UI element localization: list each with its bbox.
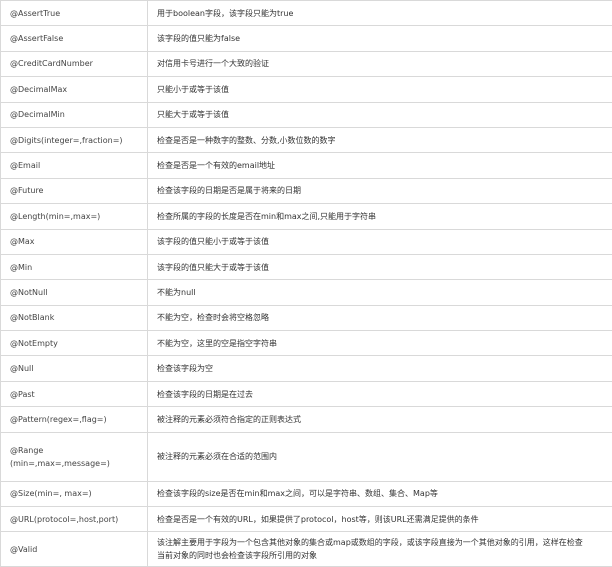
table-row: @Range (min=,max=,message=) 被注释的元素必须在合适的… (1, 432, 612, 481)
annotation-cell: @DecimalMax (1, 77, 148, 102)
table-row: @NotNull不能为null (1, 280, 612, 305)
table-row: @Pattern(regex=,flag=)被注释的元素必须符合指定的正则表达式 (1, 407, 612, 432)
description-cell: 不能为空，这里的空是指空字符串 (148, 331, 612, 356)
description-line: 该注解主要用于字段为一个包含其他对象的集合或map或数组的字段，或该字段直接为一… (157, 536, 612, 549)
annotation-cell: @NotBlank (1, 305, 148, 330)
description-cell: 检查所属的字段的长度是否在min和max之间,只能用于字符串 (148, 204, 612, 229)
description-cell: 被注释的元素必须在合适的范围内 (148, 432, 612, 481)
description-cell: 只能小于或等于该值 (148, 77, 612, 102)
table-row: @Past检查该字段的日期是在过去 (1, 381, 612, 406)
annotation-cell: @Digits(integer=,fraction=) (1, 127, 148, 152)
description-cell: 不能为null (148, 280, 612, 305)
annotation-cell: @NotEmpty (1, 331, 148, 356)
annotation-cell: @Min (1, 254, 148, 279)
annotation-cell: @Null (1, 356, 148, 381)
description-line: 当前对象的同时也会检查该字段所引用的对象 (157, 549, 612, 562)
annotation-line: @Range (10, 444, 147, 457)
description-cell: 对信用卡号进行一个大致的验证 (148, 51, 612, 76)
description-cell: 检查是否是一种数字的整数、分数,小数位数的数字 (148, 127, 612, 152)
description-cell: 该字段的值只能小于或等于该值 (148, 229, 612, 254)
description-cell: 被注释的元素必须符合指定的正则表达式 (148, 407, 612, 432)
description-cell: 该字段的值只能大于或等于该值 (148, 254, 612, 279)
description-cell: 检查该字段的size是否在min和max之间，可以是字符串、数组、集合、Map等 (148, 481, 612, 506)
table-row: @NotEmpty不能为空，这里的空是指空字符串 (1, 331, 612, 356)
table-row: @Min该字段的值只能大于或等于该值 (1, 254, 612, 279)
description-cell: 检查该字段的日期是否是属于将来的日期 (148, 178, 612, 203)
annotation-line: (min=,max=,message=) (10, 457, 147, 470)
description-cell: 不能为空，检查时会将空格忽略 (148, 305, 612, 330)
description-cell: 检查是否是一个有效的email地址 (148, 153, 612, 178)
table-row: @AssertTrue用于boolean字段，该字段只能为true (1, 1, 612, 26)
table-row: @Future检查该字段的日期是否是属于将来的日期 (1, 178, 612, 203)
table-row: @Email检查是否是一个有效的email地址 (1, 153, 612, 178)
description-cell: 检查该字段的日期是在过去 (148, 381, 612, 406)
annotation-cell: @Range (min=,max=,message=) (1, 432, 148, 481)
description-cell: 该字段的值只能为false (148, 26, 612, 51)
table-row: @DecimalMin只能大于或等于该值 (1, 102, 612, 127)
table-row: @DecimalMax只能小于或等于该值 (1, 77, 612, 102)
annotation-cell: @Size(min=, max=) (1, 481, 148, 506)
table-row: @NotBlank不能为空，检查时会将空格忽略 (1, 305, 612, 330)
annotation-cell: @NotNull (1, 280, 148, 305)
annotation-cell: @Pattern(regex=,flag=) (1, 407, 148, 432)
description-cell: 只能大于或等于该值 (148, 102, 612, 127)
table-row: @Digits(integer=,fraction=)检查是否是一种数字的整数、… (1, 127, 612, 152)
table-row: @Null检查该字段为空 (1, 356, 612, 381)
annotation-cell: @Length(min=,max=) (1, 204, 148, 229)
annotation-cell: @Max (1, 229, 148, 254)
table-row: @AssertFalse该字段的值只能为false (1, 26, 612, 51)
description-cell: 检查该字段为空 (148, 356, 612, 381)
annotation-cell: @URL(protocol=,host,port) (1, 507, 148, 532)
table-row: @CreditCardNumber对信用卡号进行一个大致的验证 (1, 51, 612, 76)
annotation-cell: @DecimalMin (1, 102, 148, 127)
annotation-cell: @AssertTrue (1, 1, 148, 26)
annotation-cell: @AssertFalse (1, 26, 148, 51)
annotation-cell: @Email (1, 153, 148, 178)
annotation-cell: @CreditCardNumber (1, 51, 148, 76)
annotation-cell: @Future (1, 178, 148, 203)
table-row: @Max该字段的值只能小于或等于该值 (1, 229, 612, 254)
table-row: @URL(protocol=,host,port)检查是否是一个有效的URL，如… (1, 507, 612, 532)
description-cell: 用于boolean字段，该字段只能为true (148, 1, 612, 26)
table-row: @Size(min=, max=)检查该字段的size是否在min和max之间，… (1, 481, 612, 506)
annotation-cell: @Past (1, 381, 148, 406)
validation-annotations-table: @AssertTrue用于boolean字段，该字段只能为true @Asser… (0, 0, 612, 567)
description-cell: 检查是否是一个有效的URL，如果提供了protocol，host等，则该URL还… (148, 507, 612, 532)
table-row: @Length(min=,max=)检查所属的字段的长度是否在min和max之间… (1, 204, 612, 229)
